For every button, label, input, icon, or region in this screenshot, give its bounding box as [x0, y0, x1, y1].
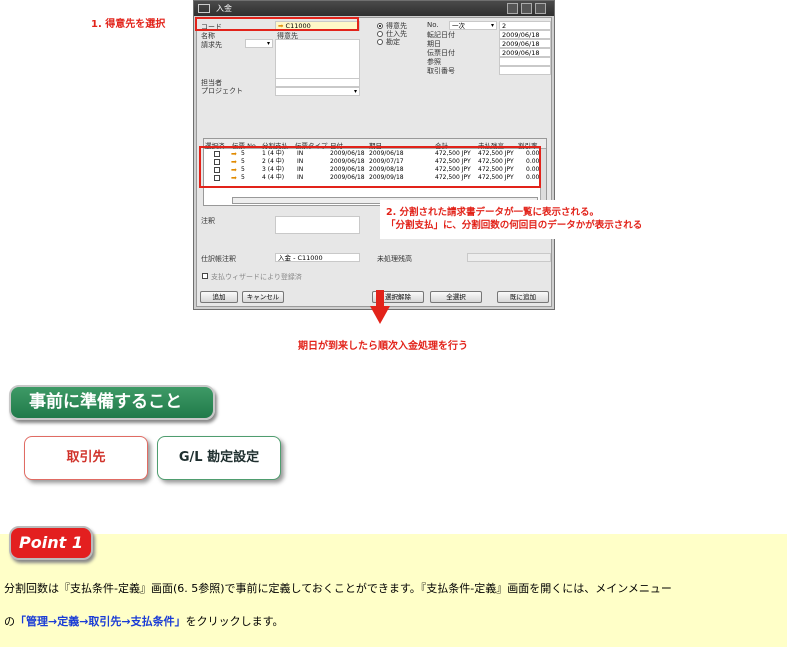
point-text-pre: の	[4, 615, 15, 628]
window-icon	[198, 4, 210, 13]
doc-number-field[interactable]: 2	[499, 21, 551, 30]
step3-annotation: 期日が到来したら順次入金処理を行う	[298, 341, 468, 352]
series-dropdown[interactable]: 一次 ▾	[449, 21, 497, 30]
section-heading: 事前に準備すること	[9, 385, 215, 420]
add-button[interactable]: 追加	[200, 291, 238, 303]
unapplied-label: 未処理残高	[377, 255, 412, 263]
point-text-line1: 分割回数は『支払条件-定義』画面(6. 5参照)で事前に定義しておくことができま…	[4, 582, 672, 595]
posting-date-field[interactable]: 2009/06/18	[499, 30, 551, 39]
step2-line1: 2. 分割された請求書データが一覧に表示される。	[386, 207, 600, 218]
trans-no-field[interactable]	[499, 66, 551, 75]
step2-line2: 「分割支払」に、分割回数の何回目のデータかが表示される	[386, 220, 643, 231]
close-icon[interactable]	[535, 3, 546, 14]
account-label: 勘定	[386, 38, 400, 46]
due-date-value: 2009/06/18	[502, 40, 540, 48]
project-field[interactable]: ▾	[275, 87, 360, 96]
bill-to-address[interactable]	[275, 39, 360, 79]
add-next-button[interactable]: 既に追加	[497, 291, 549, 303]
doc-date-field[interactable]: 2009/06/18	[499, 48, 551, 57]
bill-to-dropdown[interactable]: ▾	[245, 39, 273, 48]
chevron-down-icon: ▾	[353, 88, 357, 95]
no-label: No.	[427, 21, 439, 29]
chevron-down-icon: ▾	[490, 22, 494, 29]
remarks-field[interactable]	[275, 216, 360, 234]
minimize-icon[interactable]	[507, 3, 518, 14]
wizard-checkbox[interactable]	[202, 273, 208, 279]
cancel-button[interactable]: キャンセル	[242, 291, 284, 303]
project-label: プロジェクト	[201, 87, 243, 95]
remarks-label: 注釈	[201, 217, 215, 225]
unapplied-field	[467, 253, 551, 262]
vendor-radio[interactable]	[377, 31, 383, 37]
down-arrow-icon	[370, 306, 390, 324]
point-text-line2: の「管理→定義→取引先→支払条件」をクリックします。	[4, 613, 284, 629]
doc-date-value: 2009/06/18	[502, 49, 540, 57]
series-value: 一次	[452, 22, 465, 30]
menu-path-link: 「管理→定義→取引先→支払条件」	[15, 615, 186, 628]
gl-account-card[interactable]: G/L 勘定設定	[157, 436, 281, 480]
window-title: 入金	[216, 4, 232, 13]
posting-date-value: 2009/06/18	[502, 31, 540, 39]
bill-to-label: 請求先	[201, 41, 222, 49]
select-all-button[interactable]: 全選択	[430, 291, 482, 303]
step1-annotation: 1. 得意先を選択	[91, 19, 166, 30]
due-date-field[interactable]: 2009/06/18	[499, 39, 551, 48]
reference-field[interactable]	[499, 57, 551, 66]
wizard-label: 支払ウィザードにより登録済	[211, 273, 302, 281]
journal-remarks-field[interactable]: 入金 - C11000	[275, 253, 360, 262]
customer-radio[interactable]	[377, 23, 383, 29]
window-titlebar: 入金	[194, 1, 554, 16]
account-radio[interactable]	[377, 39, 383, 45]
point-text-post: をクリックします。	[185, 615, 284, 628]
doc-number-value: 2	[502, 22, 507, 30]
journal-remarks-value: 入金 - C11000	[278, 254, 323, 262]
business-partner-card[interactable]: 取引先	[24, 436, 148, 480]
code-highlight-box	[195, 17, 359, 31]
chevron-down-icon: ▾	[266, 40, 270, 47]
journal-remarks-label: 仕訳帳注釈	[201, 255, 236, 263]
rows-highlight-box	[199, 146, 541, 188]
contact-field[interactable]	[275, 78, 360, 87]
trans-no-label: 取引番号	[427, 67, 455, 75]
step2-callout: 2. 分割された請求書データが一覧に表示される。 「分割支払」に、分割回数の何回…	[380, 200, 700, 239]
maximize-icon[interactable]	[521, 3, 532, 14]
point-badge: Point 1	[9, 526, 93, 560]
